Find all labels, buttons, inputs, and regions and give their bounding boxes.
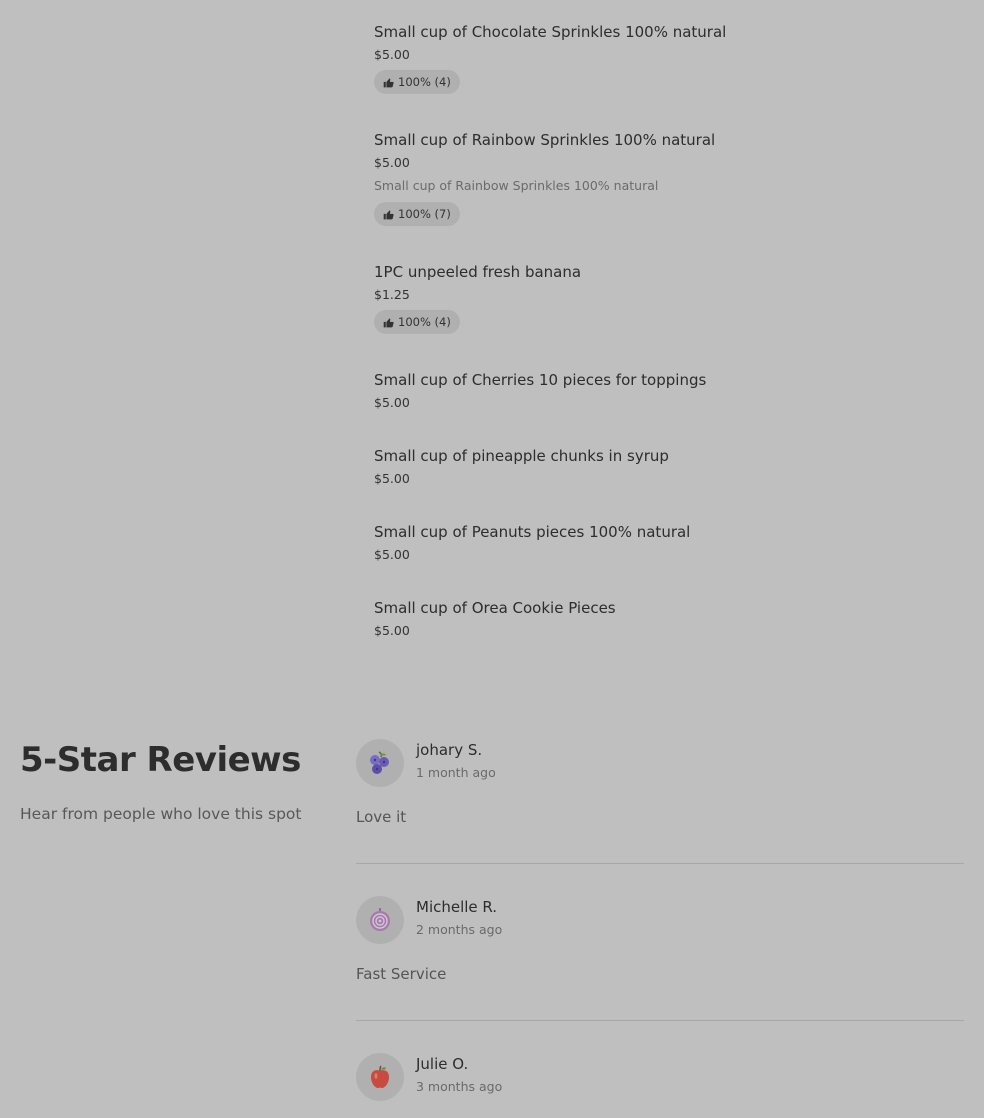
menu-item-name: Small cup of Peanuts pieces 100% natural: [374, 523, 691, 541]
review-time: 2 months ago: [416, 922, 503, 937]
avatar: [356, 1053, 404, 1101]
menu-item-description: Small cup of Rainbow Sprinkles 100% natu…: [374, 178, 659, 193]
menu-item-name: Small cup of Orea Cookie Pieces: [374, 599, 616, 617]
reviews-header: 5-Star Reviews Hear from people who love…: [20, 740, 340, 824]
menu-item[interactable]: 1PC unpeeled fresh banana $1.25 100% (4): [374, 262, 581, 334]
menu-item-price: $5.00: [374, 155, 410, 170]
review-card: Michelle R. 2 months ago Fast Service: [356, 896, 964, 1021]
rating-text: 100% (4): [398, 75, 451, 89]
menu-item-price: $1.25: [374, 287, 410, 302]
menu-item-price: $5.00: [374, 471, 410, 486]
menu-item[interactable]: Small cup of Orea Cookie Pieces $5.00: [374, 598, 616, 638]
avatar: [356, 896, 404, 944]
reviewer-name: Julie O.: [416, 1055, 469, 1073]
menu-item-name: 1PC unpeeled fresh banana: [374, 263, 582, 281]
menu-item-price: $5.00: [374, 547, 410, 562]
reviewer-name: Michelle R.: [416, 898, 498, 916]
menu-item-price: $5.00: [374, 47, 410, 62]
review-text: Love it: [356, 808, 407, 826]
review-text: Fast Service: [356, 965, 447, 983]
menu-item[interactable]: Small cup of Peanuts pieces 100% natural…: [374, 522, 690, 562]
reviewer-name: johary S.: [416, 741, 483, 759]
menu-item[interactable]: Small cup of Chocolate Sprinkles 100% na…: [374, 22, 726, 94]
menu-item-name: Small cup of Rainbow Sprinkles 100% natu…: [374, 131, 716, 149]
menu-item-name: Small cup of Chocolate Sprinkles 100% na…: [374, 23, 727, 41]
reviews-title: 5-Star Reviews: [20, 740, 301, 780]
rating-badge: 100% (7): [374, 202, 460, 226]
thumbs-up-icon: [383, 77, 394, 87]
menu-item-price: $5.00: [374, 395, 410, 410]
apple-icon: [371, 1065, 389, 1088]
review-time: 3 months ago: [416, 1079, 503, 1094]
divider: [356, 1020, 964, 1021]
review-card: Julie O. 3 months ago: [356, 1053, 964, 1101]
rating-text: 100% (7): [398, 207, 451, 221]
rating-text: 100% (4): [398, 315, 451, 329]
menu-item-name: Small cup of pineapple chunks in syrup: [374, 447, 669, 465]
avatar: [356, 739, 404, 787]
reviews-subtitle: Hear from people who love this spot: [20, 805, 302, 823]
thumbs-up-icon: [383, 209, 394, 219]
rating-badge: 100% (4): [374, 310, 460, 334]
rating-badge: 100% (4): [374, 70, 460, 94]
menu-item[interactable]: Small cup of pineapple chunks in syrup $…: [374, 446, 669, 486]
thumbs-up-icon: [383, 317, 394, 327]
divider: [356, 863, 964, 864]
review-card: johary S. 1 month ago Love it: [356, 739, 964, 864]
menu-item-name: Small cup of Cherries 10 pieces for topp…: [374, 371, 707, 389]
review-time: 1 month ago: [416, 765, 496, 780]
menu-item[interactable]: Small cup of Cherries 10 pieces for topp…: [374, 370, 706, 410]
menu-item-price: $5.00: [374, 623, 410, 638]
onion-icon: [370, 908, 390, 931]
menu-item[interactable]: Small cup of Rainbow Sprinkles 100% natu…: [374, 130, 715, 226]
blueberry-icon: [370, 751, 389, 774]
